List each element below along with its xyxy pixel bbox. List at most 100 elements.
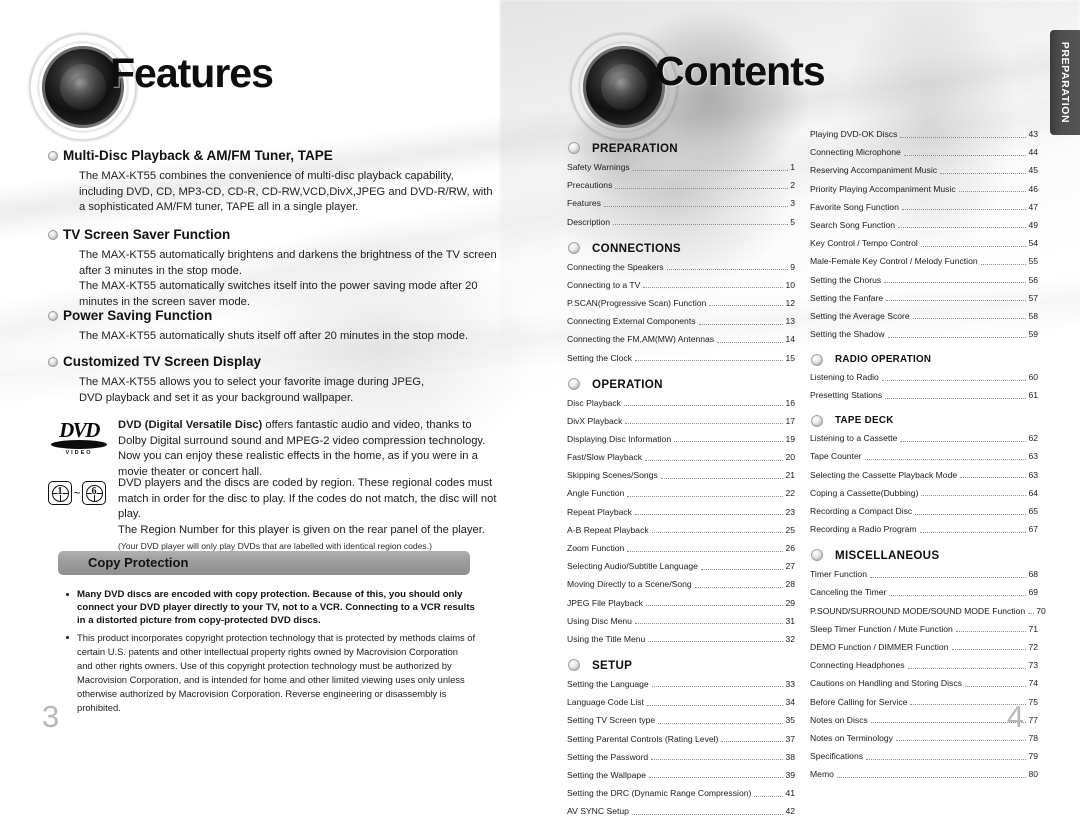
toc-entry[interactable]: Specifications 79 <box>808 750 1038 762</box>
toc-entry[interactable]: Presetting Stations 61 <box>808 389 1038 401</box>
toc-section-heading: TAPE DECK <box>808 415 1038 428</box>
toc-entry[interactable]: Setting the Language 33 <box>565 678 795 690</box>
toc-entry[interactable]: Memo 80 <box>808 768 1038 780</box>
toc-entry-page: 46 <box>1028 183 1038 194</box>
toc-entry-title: Tape Counter <box>810 451 862 462</box>
toc-entry[interactable]: DEMO Function / DIMMER Function 72 <box>808 641 1038 653</box>
toc-leader-dots <box>885 397 1027 399</box>
toc-entry[interactable]: A-B Repeat Playback 25 <box>565 524 795 536</box>
toc-entry-title: Connecting the Speakers <box>567 261 664 272</box>
toc-entry[interactable]: Cautions on Handling and Storing Discs 74 <box>808 677 1038 689</box>
toc-entry[interactable]: Reserving Accompaniment Music 45 <box>808 164 1038 176</box>
toc-entry[interactable]: Timer Function 68 <box>808 568 1038 580</box>
toc-entry[interactable]: Setting the Shadow 59 <box>808 328 1038 340</box>
toc-entry[interactable]: Selecting Audio/Subtitle Language 27 <box>565 560 795 572</box>
toc-entry[interactable]: JPEG File Playback 29 <box>565 597 795 609</box>
toc-entry[interactable]: Tape Counter 63 <box>808 450 1038 462</box>
toc-entry[interactable]: Setting the Wallpape 39 <box>565 769 795 781</box>
toc-entry[interactable]: Connecting to a TV 10 <box>565 279 795 291</box>
toc-entry[interactable]: Zoom Function 26 <box>565 542 795 554</box>
toc-entry[interactable]: Setting the Chorus 56 <box>808 274 1038 286</box>
toc-entry-title: Setting the Fanfare <box>810 292 884 303</box>
toc-entry-title: Setting the Chorus <box>810 274 882 285</box>
toc-entry[interactable]: Connecting Microphone 44 <box>808 146 1038 158</box>
toc-entry[interactable]: Language Code List 34 <box>565 696 795 708</box>
toc-section: SETUP Setting the Language 33 Language Code… <box>565 658 795 817</box>
toc-leader-dots <box>674 441 784 443</box>
toc-entry[interactable]: Selecting the Cassette Playback Mode 63 <box>808 469 1038 481</box>
toc-entry[interactable]: Features 3 <box>565 197 795 209</box>
toc-entry[interactable]: Search Song Function 49 <box>808 219 1038 231</box>
toc-entry[interactable]: Skipping Scenes/Songs 21 <box>565 469 795 481</box>
toc-entry[interactable]: Setting TV Screen type 35 <box>565 714 795 726</box>
toc-entry-page: 10 <box>785 279 795 290</box>
toc-leader-dots <box>632 169 789 171</box>
toc-entry-title: P.SCAN(Progressive Scan) Function <box>567 297 707 308</box>
toc-entry-page: 3 <box>790 198 795 209</box>
toc-leader-dots <box>651 759 784 761</box>
toc-leader-dots <box>645 605 784 607</box>
bullet-dot-icon <box>66 635 69 639</box>
toc-entry[interactable]: DivX Playback 17 <box>565 415 795 427</box>
toc-entry[interactable]: Connecting External Components 13 <box>565 315 795 327</box>
toc-entry[interactable]: Disc Playback 16 <box>565 397 795 409</box>
toc-leader-dots <box>870 576 1027 578</box>
toc-section-heading-text: RADIO OPERATION <box>835 354 932 366</box>
toc-entry[interactable]: Listening to a Cassette 62 <box>808 432 1038 444</box>
toc-entry[interactable]: Displaying Disc Information 19 <box>565 433 795 445</box>
toc-entry[interactable]: Recording a Compact Disc 65 <box>808 505 1038 517</box>
bullet-icon <box>48 230 58 240</box>
toc-entry[interactable]: Recording a Radio Program 67 <box>808 523 1038 535</box>
toc-entry[interactable]: Connecting Headphones 73 <box>808 659 1038 671</box>
toc-entry[interactable]: Precautions 2 <box>565 179 795 191</box>
toc-leader-dots <box>884 282 1027 283</box>
toc-entry[interactable]: Description 5 <box>565 216 795 228</box>
region-number: 6 <box>91 486 97 497</box>
toc-entry-page: 56 <box>1028 274 1038 285</box>
toc-entry[interactable]: Key Control / Tempo Control 54 <box>808 237 1038 249</box>
toc-entry[interactable]: Connecting the Speakers 9 <box>565 261 795 273</box>
toc-entry[interactable]: Playing DVD-OK Discs 43 <box>808 128 1038 140</box>
toc-entry[interactable]: Coping a Cassette(Dubbing) 64 <box>808 487 1038 499</box>
region-code-row: 1 ~ 6 DVD players and the discs are code… <box>40 476 500 552</box>
toc-entry-page: 38 <box>785 751 795 762</box>
toc-entry[interactable]: AV SYNC Setup 42 <box>565 805 795 817</box>
toc-leader-dots <box>651 532 784 534</box>
toc-entry[interactable]: Before Calling for Service 75 <box>808 696 1038 708</box>
toc-entry[interactable]: Connecting the FM,AM(MW) Antennas 14 <box>565 333 795 345</box>
toc-entry[interactable]: P.SCAN(Progressive Scan) Function 12 <box>565 297 795 309</box>
toc-entry[interactable]: Favorite Song Function 47 <box>808 201 1038 213</box>
toc-entry[interactable]: Angle Function 22 <box>565 487 795 499</box>
toc-entry[interactable]: Repeat Playback 23 <box>565 506 795 518</box>
toc-entry[interactable]: Sleep Timer Function / Mute Function 71 <box>808 623 1038 635</box>
toc-entry[interactable]: Priority Playing Accompaniment Music 46 <box>808 183 1038 195</box>
toc-entry[interactable]: Setting the DRC (Dynamic Range Compressi… <box>565 787 795 799</box>
toc-entry[interactable]: Fast/Slow Playback 20 <box>565 451 795 463</box>
toc-entry-title: Connecting the FM,AM(MW) Antennas <box>567 334 715 345</box>
toc-entry[interactable]: Canceling the Timer 69 <box>808 586 1038 598</box>
toc-entry-page: 69 <box>1028 587 1038 598</box>
toc-entry[interactable]: Setting Parental Controls (Rating Level)… <box>565 733 795 745</box>
toc-entry-title: Features <box>567 198 601 209</box>
toc-entry[interactable]: Moving Directly to a Scene/Song 28 <box>565 578 795 590</box>
toc-entry[interactable]: Listening to Radio 60 <box>808 371 1038 383</box>
toc-entry[interactable]: Safety Warnings 1 <box>565 161 795 173</box>
toc-entry[interactable]: Setting the Average Score 58 <box>808 310 1038 322</box>
toc-entry-title: Reserving Accompaniment Music <box>810 165 938 176</box>
toc-entry-page: 44 <box>1028 147 1038 158</box>
toc-entry[interactable]: Notes on Terminology 78 <box>808 732 1038 744</box>
toc-entry[interactable]: Using the Title Menu 32 <box>565 633 795 645</box>
toc-entry[interactable]: Using Disc Menu 31 <box>565 615 795 627</box>
toc-entry[interactable]: Setting the Clock 15 <box>565 352 795 364</box>
toc-entry-title: Memo <box>810 769 834 780</box>
toc-entry[interactable]: Setting the Password 38 <box>565 751 795 763</box>
toc-entry-page: 70 <box>1036 605 1046 616</box>
side-tab-preparation[interactable]: PREPARATION <box>1050 30 1080 135</box>
toc-entry-page: 67 <box>1028 524 1038 535</box>
toc-entry[interactable]: Setting the Fanfare 57 <box>808 292 1038 304</box>
toc-entry-page: 71 <box>1028 623 1038 634</box>
toc-entry[interactable]: Notes on Discs 77 <box>808 714 1038 726</box>
toc-entry[interactable]: P.SOUND/SURROUND MODE/SOUND MODE Functio… <box>808 605 1046 617</box>
feature-body: The MAX-KT55 allows you to select your f… <box>79 376 425 404</box>
toc-entry[interactable]: Male-Female Key Control / Melody Functio… <box>808 255 1038 267</box>
